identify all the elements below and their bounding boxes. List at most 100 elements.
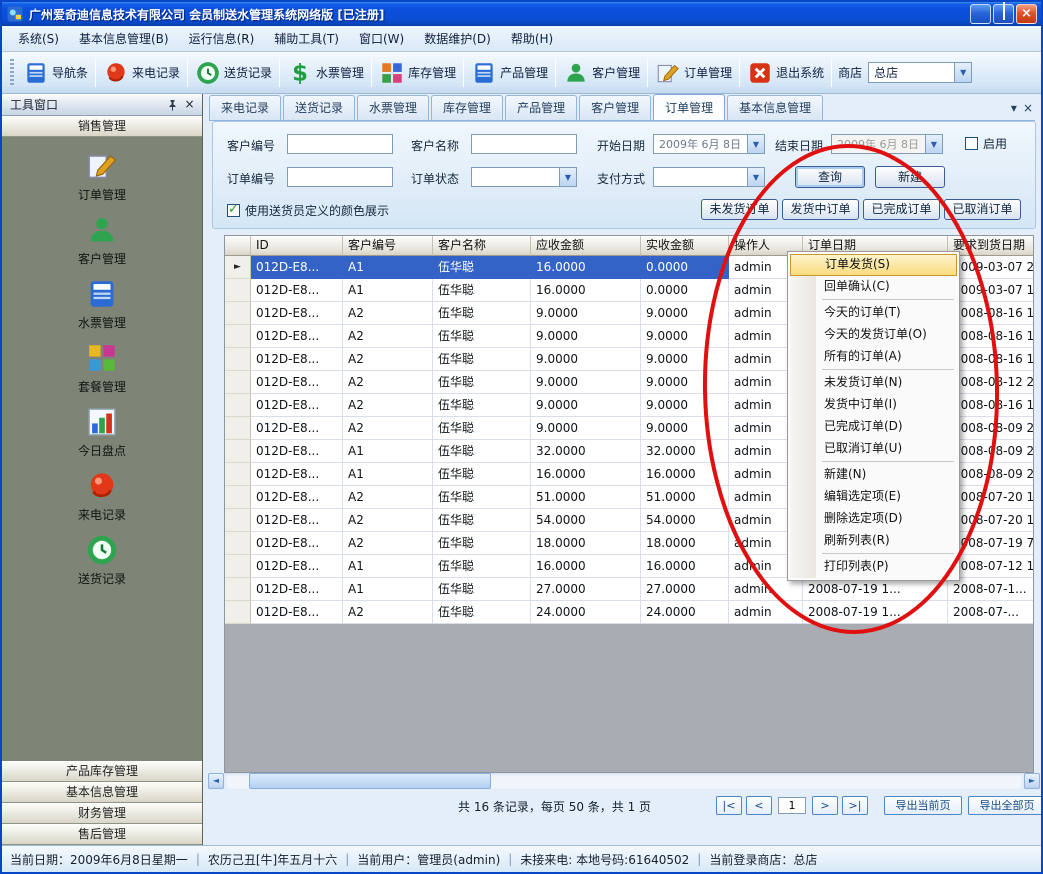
grid-row-selector[interactable] [225,555,251,578]
grid-cell[interactable]: 2008-08-12 2... [948,371,1034,394]
grid-cell[interactable]: admin [729,601,803,624]
grid-cell[interactable]: 2008-08-16 1... [948,302,1034,325]
grid-row[interactable]: 012D-E8...A2伍华聪24.000024.0000admin2008-0… [225,601,1033,624]
sidebar-group-header[interactable]: 售后管理 [2,824,202,845]
grid-cell[interactable]: A1 [343,279,433,302]
grid-cell[interactable]: A2 [343,302,433,325]
grid-cell[interactable]: 16.0000 [641,463,729,486]
grid-cell[interactable]: 24.0000 [531,601,641,624]
sidebar-group-sales[interactable]: 销售管理 [2,116,202,137]
grid-cell[interactable]: 2008-08-16 1... [948,325,1034,348]
tool-window-close-icon[interactable]: × [181,96,198,113]
order-status-filter-button[interactable]: 未发货订单 [701,199,778,220]
grid-cell[interactable]: 16.0000 [531,256,641,279]
grid-cell[interactable]: 伍华聪 [433,486,531,509]
grid-cell[interactable]: 012D-E8... [251,440,343,463]
grid-cell[interactable]: 9.0000 [531,417,641,440]
grid-cell[interactable]: 012D-E8... [251,394,343,417]
scroll-right-icon[interactable]: ► [1024,773,1040,789]
order-no-input[interactable] [287,167,393,187]
grid-cell[interactable]: 0.0000 [641,279,729,302]
context-menu-item[interactable]: 今天的订单(T) [790,302,957,324]
tab-item[interactable]: 产品管理 [505,95,577,120]
grid-row-selector[interactable] [225,348,251,371]
grid-cell[interactable]: A2 [343,417,433,440]
menubar-item[interactable]: 基本信息管理(B) [69,26,179,51]
grid-cell[interactable]: 2008-08-09 2... [948,417,1034,440]
grid-cell[interactable]: 2008-08-09 2... [948,440,1034,463]
sidebar-item[interactable]: 套餐管理 [2,339,202,397]
grid-cell[interactable]: 伍华聪 [433,578,531,601]
menubar-item[interactable]: 数据维护(D) [414,26,501,51]
grid-cell[interactable]: 0.0000 [641,256,729,279]
tab-item[interactable]: 订单管理 [653,94,725,120]
grid-cell[interactable]: 2008-07-... [948,601,1034,624]
query-button[interactable]: 查询 [795,166,865,188]
order-status-filter-button[interactable]: 发货中订单 [782,199,859,220]
menubar-item[interactable]: 系统(S) [8,26,69,51]
order-status-chevron-icon[interactable]: ▼ [559,168,576,186]
minimize-button[interactable] [970,4,991,24]
grid-cell[interactable]: 012D-E8... [251,256,343,279]
grid-cell[interactable]: 2009-03-07 1... [948,279,1034,302]
grid-row-selector[interactable] [225,371,251,394]
grid-cell[interactable]: 012D-E8... [251,325,343,348]
grid-row-selector[interactable] [225,325,251,348]
grid-row-selector[interactable] [225,509,251,532]
menubar-item[interactable]: 帮助(H) [501,26,563,51]
grid-cell[interactable]: 012D-E8... [251,578,343,601]
toolbar-button[interactable]: 客户管理 [558,57,645,89]
grid-row-selector[interactable]: ► [225,256,251,279]
sidebar-item[interactable]: 水票管理 [2,275,202,333]
sidebar-item[interactable]: 客户管理 [2,211,202,269]
toolbar-button[interactable]: 库存管理 [374,57,461,89]
pay-method-chevron-icon[interactable]: ▼ [747,168,764,186]
grid-cell[interactable]: A2 [343,348,433,371]
tab-list-chevron-icon[interactable]: ▾ [1011,101,1017,115]
grid-column-header[interactable]: 要求到货日期 [948,236,1034,256]
context-menu-item[interactable]: 今天的发货订单(O) [790,324,957,346]
tab-item[interactable]: 来电记录 [209,95,281,120]
grid-cell[interactable]: 9.0000 [641,302,729,325]
grid-cell[interactable]: 012D-E8... [251,302,343,325]
chevron-down-icon[interactable]: ▼ [954,63,971,82]
last-page-button[interactable]: >| [842,796,868,815]
grid-cell[interactable]: 伍华聪 [433,279,531,302]
toolbar-button[interactable]: 退出系统 [742,57,829,89]
grid-cell[interactable]: admin [729,578,803,601]
grid-cell[interactable]: 伍华聪 [433,325,531,348]
context-menu-item[interactable]: 订单发货(S) [790,254,957,276]
driver-color-checkbox[interactable]: 使用送货员定义的颜色展示 [227,202,389,219]
export-current-page-button[interactable]: 导出当前页 [884,796,962,815]
grid-cell[interactable]: 伍华聪 [433,463,531,486]
grid-cell[interactable]: 012D-E8... [251,417,343,440]
tab-item[interactable]: 库存管理 [431,95,503,120]
menubar-item[interactable]: 辅助工具(T) [264,26,349,51]
prev-page-button[interactable]: < [746,796,772,815]
grid-cell[interactable]: 2008-07-12 1... [948,555,1034,578]
sidebar-group-header[interactable]: 基本信息管理 [2,782,202,803]
grid-cell[interactable]: 9.0000 [531,348,641,371]
grid-cell[interactable]: A2 [343,601,433,624]
pin-icon[interactable] [164,96,181,113]
grid-row-selector[interactable] [225,532,251,555]
sidebar-group-header[interactable]: 财务管理 [2,803,202,824]
grid-cell[interactable]: 伍华聪 [433,348,531,371]
grid-row-selector[interactable] [225,486,251,509]
grid-cell[interactable]: 2008-07-19 1... [803,601,948,624]
tab-item[interactable]: 基本信息管理 [727,95,823,120]
grid-column-header[interactable]: 实收金额 [641,236,729,256]
toolbar-button[interactable]: 订单管理 [650,57,737,89]
tab-item[interactable]: 送货记录 [283,95,355,120]
grid-cell[interactable]: 16.0000 [641,555,729,578]
context-menu-item[interactable]: 回单确认(C) [790,276,957,298]
grid-cell[interactable]: A1 [343,440,433,463]
grid-cell[interactable]: 24.0000 [641,601,729,624]
context-menu-item[interactable]: 所有的订单(A) [790,346,957,368]
order-status-filter-button[interactable]: 已取消订单 [944,199,1021,220]
menubar-item[interactable]: 窗口(W) [349,26,414,51]
grid-cell[interactable]: 27.0000 [641,578,729,601]
toolbar-button[interactable]: 来电记录 [98,57,185,89]
order-status-select[interactable]: ▼ [471,167,577,187]
grid-cell[interactable]: 伍华聪 [433,601,531,624]
